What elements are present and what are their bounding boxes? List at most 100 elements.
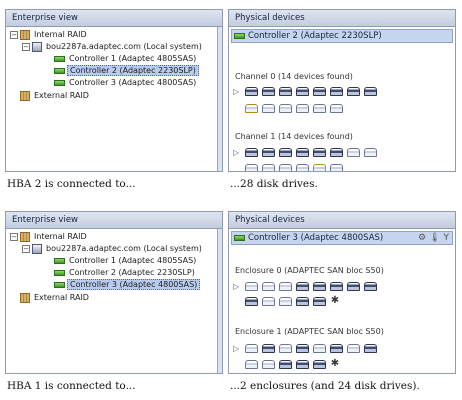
- tree-external-raid[interactable]: External RAID: [20, 292, 91, 303]
- tree-controller-1[interactable]: Controller 1 (Adaptec 4805SAS): [54, 53, 198, 64]
- disk-row: ✱: [233, 295, 340, 307]
- disk-icon[interactable]: [279, 281, 292, 291]
- disk-icon[interactable]: [364, 281, 377, 291]
- disk-icon[interactable]: [262, 163, 275, 171]
- disk-icon[interactable]: [313, 281, 326, 291]
- disk-row: [233, 102, 343, 114]
- tree-external-raid[interactable]: External RAID: [20, 90, 91, 101]
- disk-icon[interactable]: [364, 147, 377, 157]
- disk-icon[interactable]: [245, 103, 258, 113]
- disk-icon[interactable]: [296, 343, 309, 353]
- disk-icon[interactable]: [279, 296, 292, 306]
- temperature-icon[interactable]: 🌡: [429, 232, 440, 244]
- collapse-toggle-icon[interactable]: −: [22, 244, 30, 253]
- toolbar-icons: ⚙ 🌡 Y: [418, 232, 449, 244]
- fan-status-icon[interactable]: Y: [444, 232, 450, 244]
- building-icon: [20, 29, 30, 40]
- physical-devices-header: Physical devices: [229, 10, 455, 27]
- expand-arrow-icon[interactable]: ▷: [233, 344, 241, 353]
- expand-arrow-icon[interactable]: ▷: [233, 282, 241, 291]
- disk-icon[interactable]: [279, 343, 292, 353]
- disk-icon[interactable]: [364, 343, 377, 353]
- disk-icon[interactable]: [262, 296, 275, 306]
- disk-icon[interactable]: [245, 281, 258, 291]
- disk-icon[interactable]: [330, 86, 343, 96]
- collapse-toggle-icon[interactable]: −: [10, 232, 18, 241]
- disk-icon[interactable]: [262, 281, 275, 291]
- building-icon: [20, 90, 30, 101]
- building-icon: [20, 292, 30, 303]
- disk-icon[interactable]: [330, 147, 343, 157]
- scrollbar[interactable]: [217, 27, 222, 171]
- physical-devices-view: Controller 3 (Adaptec 4800SAS) ⚙ 🌡 Y Enc…: [229, 229, 455, 373]
- disk-icon[interactable]: [262, 147, 275, 157]
- disk-icon[interactable]: [279, 163, 292, 171]
- disk-icon[interactable]: [313, 359, 326, 369]
- settings-icon[interactable]: ⚙: [418, 232, 426, 244]
- disk-icon[interactable]: [347, 147, 360, 157]
- disk-icon[interactable]: [245, 343, 258, 353]
- enterprise-tree: − Internal RAID − bou2287a.adaptec.com (…: [6, 27, 222, 171]
- disk-icon[interactable]: [347, 343, 360, 353]
- enterprise-tree: − Internal RAID − bou2287a.adaptec.com (…: [6, 229, 222, 373]
- disk-icon[interactable]: [330, 103, 343, 113]
- physical-devices-panel-1: Physical devices Controller 2 (Adaptec 2…: [228, 9, 456, 172]
- disk-icon[interactable]: [245, 296, 258, 306]
- disk-icon[interactable]: [279, 86, 292, 96]
- tree-controller-2[interactable]: Controller 2 (Adaptec 2230SLP): [54, 65, 199, 76]
- disk-icon[interactable]: [296, 147, 309, 157]
- collapse-toggle-icon[interactable]: −: [10, 30, 18, 39]
- disk-icon[interactable]: [296, 359, 309, 369]
- disk-icon[interactable]: [296, 103, 309, 113]
- disk-icon[interactable]: [330, 163, 343, 171]
- disk-icon[interactable]: [313, 163, 326, 171]
- tree-controller-3[interactable]: Controller 3 (Adaptec 4800SAS): [54, 279, 201, 290]
- disk-row: ▷: [233, 342, 377, 354]
- disk-icon[interactable]: [262, 343, 275, 353]
- disk-row: ✱: [233, 358, 340, 370]
- disk-icon[interactable]: [313, 296, 326, 306]
- physical-devices-header: Physical devices: [229, 212, 455, 229]
- disk-icon[interactable]: [313, 86, 326, 96]
- disk-icon[interactable]: [313, 343, 326, 353]
- scrollbar[interactable]: [217, 229, 222, 373]
- disk-icon[interactable]: [347, 86, 360, 96]
- disk-icon[interactable]: [296, 163, 309, 171]
- disk-icon[interactable]: [279, 103, 292, 113]
- expand-arrow-icon[interactable]: ▷: [233, 87, 241, 96]
- disk-icon[interactable]: [347, 281, 360, 291]
- collapse-toggle-icon[interactable]: −: [22, 42, 30, 51]
- server-icon: [32, 41, 42, 52]
- disk-icon[interactable]: [245, 147, 258, 157]
- disk-icon[interactable]: [330, 281, 343, 291]
- fan-icon[interactable]: ✱: [330, 296, 340, 306]
- tree-local-system[interactable]: − bou2287a.adaptec.com (Local system): [22, 243, 204, 254]
- disk-icon[interactable]: [330, 343, 343, 353]
- disk-icon[interactable]: [296, 296, 309, 306]
- tree-local-system[interactable]: − bou2287a.adaptec.com (Local system): [22, 41, 204, 52]
- fan-icon[interactable]: ✱: [330, 359, 340, 369]
- tree-controller-2[interactable]: Controller 2 (Adaptec 2230SLP): [54, 267, 197, 278]
- controller-icon: [234, 33, 245, 39]
- disk-icon[interactable]: [313, 147, 326, 157]
- disk-icon[interactable]: [279, 147, 292, 157]
- enclosure-label: Enclosure 0 (ADAPTEC SAN bloc S50): [235, 266, 384, 275]
- disk-icon[interactable]: [245, 163, 258, 171]
- tree-internal-raid[interactable]: − Internal RAID: [10, 231, 89, 242]
- disk-icon[interactable]: [245, 86, 258, 96]
- selected-controller-bar[interactable]: Controller 3 (Adaptec 4800SAS) ⚙ 🌡 Y: [231, 231, 453, 245]
- tree-controller-3[interactable]: Controller 3 (Adaptec 4800SAS): [54, 77, 198, 88]
- disk-icon[interactable]: [262, 103, 275, 113]
- disk-icon[interactable]: [279, 359, 292, 369]
- tree-controller-1[interactable]: Controller 1 (Adaptec 4805SAS): [54, 255, 198, 266]
- tree-internal-raid[interactable]: − Internal RAID: [10, 29, 89, 40]
- disk-icon[interactable]: [313, 103, 326, 113]
- disk-icon[interactable]: [364, 86, 377, 96]
- disk-icon[interactable]: [296, 281, 309, 291]
- disk-icon[interactable]: [245, 359, 258, 369]
- disk-icon[interactable]: [296, 86, 309, 96]
- expand-arrow-icon[interactable]: ▷: [233, 148, 241, 157]
- disk-icon[interactable]: [262, 359, 275, 369]
- disk-icon[interactable]: [262, 86, 275, 96]
- selected-controller-bar[interactable]: Controller 2 (Adaptec 2230SLP): [231, 29, 453, 43]
